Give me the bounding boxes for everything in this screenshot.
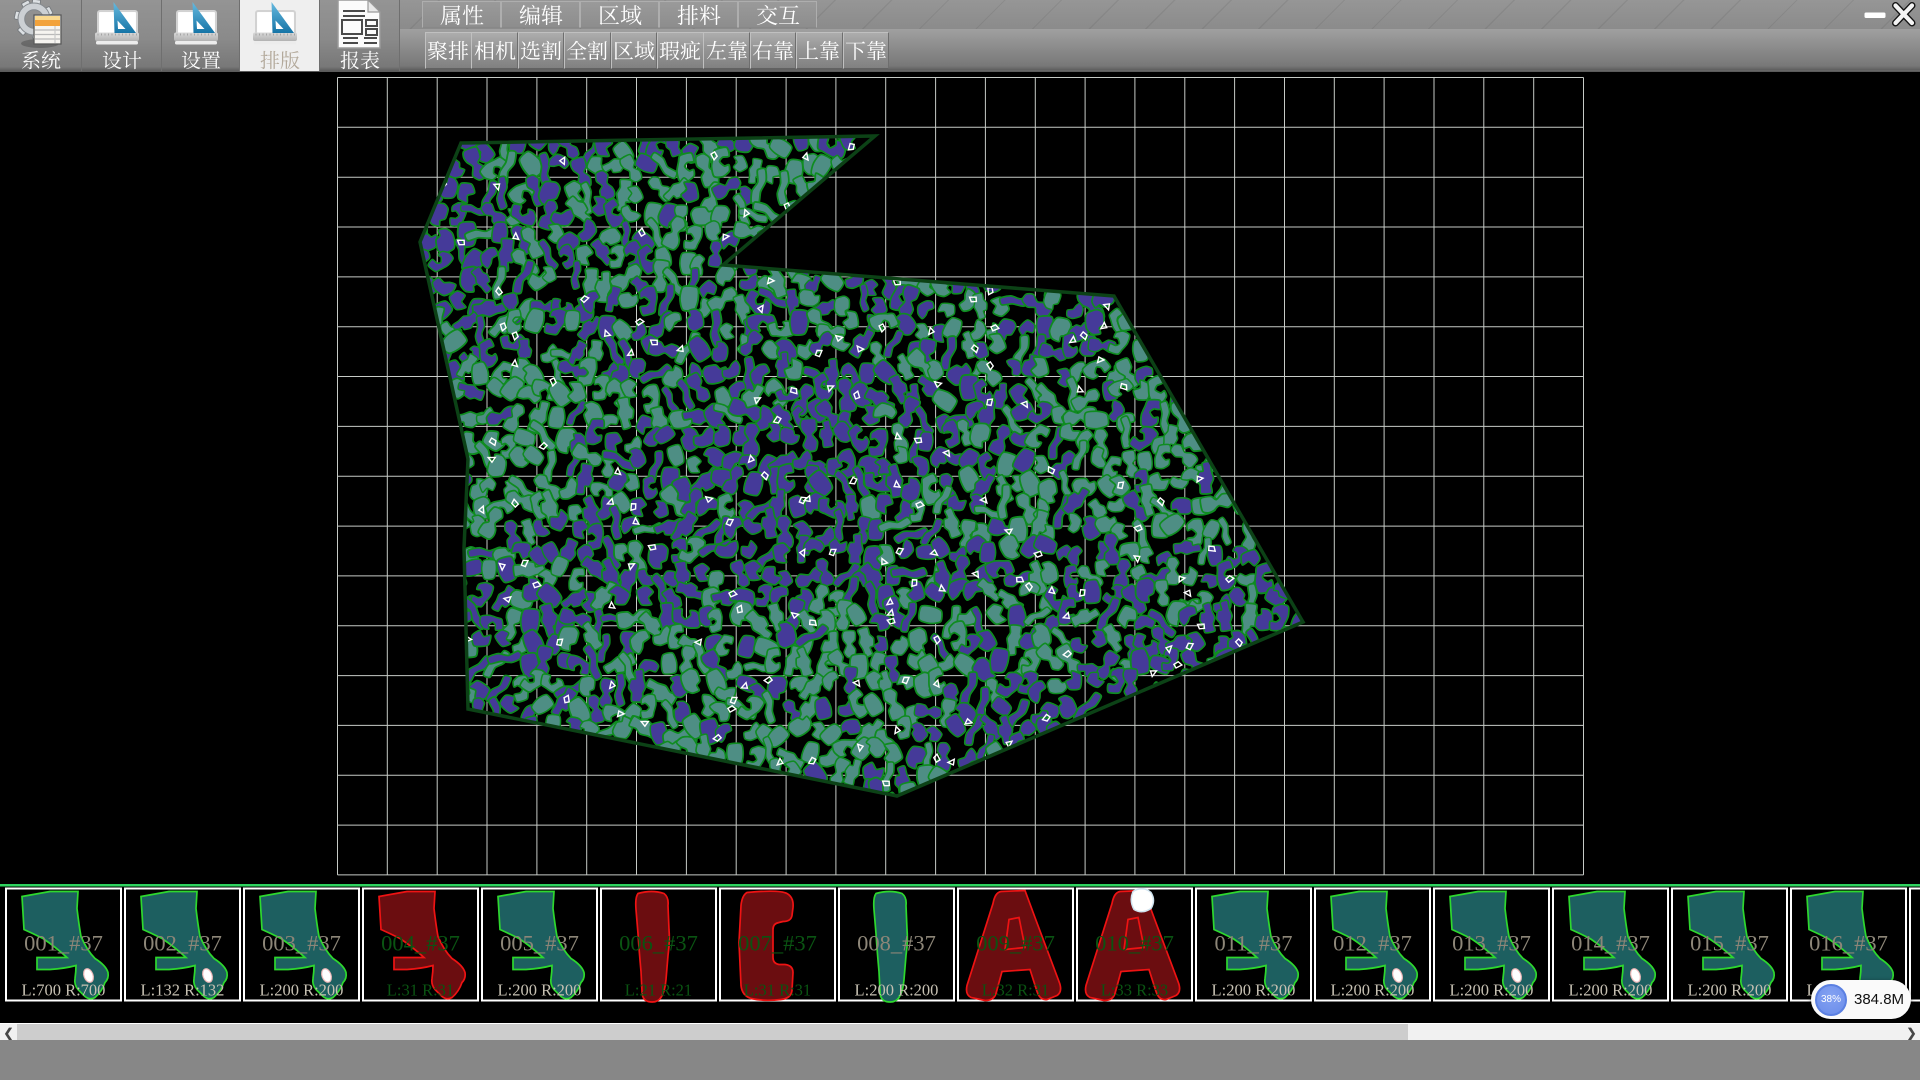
svg-text:L:200 R:200: L:200 R:200	[1331, 981, 1415, 1000]
svg-text:012_#37: 012_#37	[1333, 931, 1412, 956]
svg-text:L:32 R:31: L:32 R:31	[982, 981, 1049, 1000]
svg-text:007_#37: 007_#37	[738, 931, 817, 956]
svg-text:016_#37: 016_#37	[1809, 931, 1888, 956]
svg-text:004_#37: 004_#37	[381, 931, 460, 956]
svg-text:L:200 R:200: L:200 R:200	[1450, 981, 1534, 1000]
svg-text:014_#37: 014_#37	[1571, 931, 1650, 956]
svg-text:L:700 R:700: L:700 R:700	[22, 981, 106, 1000]
svg-text:001_#37: 001_#37	[24, 931, 103, 956]
svg-text:006_#37: 006_#37	[619, 931, 698, 956]
svg-text:L:200 R:200: L:200 R:200	[1569, 981, 1653, 1000]
svg-text:009_#37: 009_#37	[976, 931, 1055, 956]
svg-text:L:200 R:200: L:200 R:200	[1688, 981, 1772, 1000]
svg-text:002_#37: 002_#37	[143, 931, 222, 956]
svg-text:003_#37: 003_#37	[262, 931, 341, 956]
svg-text:L:200 R:200: L:200 R:200	[260, 981, 344, 1000]
svg-text:013_#37: 013_#37	[1452, 931, 1531, 956]
svg-text:L:33 R:33: L:33 R:33	[1101, 981, 1168, 1000]
svg-text:L:132 R:132: L:132 R:132	[141, 981, 225, 1000]
svg-text:010_#37: 010_#37	[1095, 931, 1174, 956]
svg-text:L:31 R:31: L:31 R:31	[744, 981, 811, 1000]
svg-text:011_#37: 011_#37	[1215, 931, 1293, 956]
svg-text:008_#37: 008_#37	[857, 931, 936, 956]
svg-text:L:31 R:31: L:31 R:31	[387, 981, 454, 1000]
svg-text:005_#37: 005_#37	[500, 931, 579, 956]
svg-text:L:200 R:200: L:200 R:200	[855, 981, 939, 1000]
svg-text:015_#37: 015_#37	[1690, 931, 1769, 956]
svg-text:L:21 R:21: L:21 R:21	[625, 981, 692, 1000]
svg-text:L:200 R:200: L:200 R:200	[498, 981, 582, 1000]
svg-text:L:200 R:200: L:200 R:200	[1212, 981, 1296, 1000]
